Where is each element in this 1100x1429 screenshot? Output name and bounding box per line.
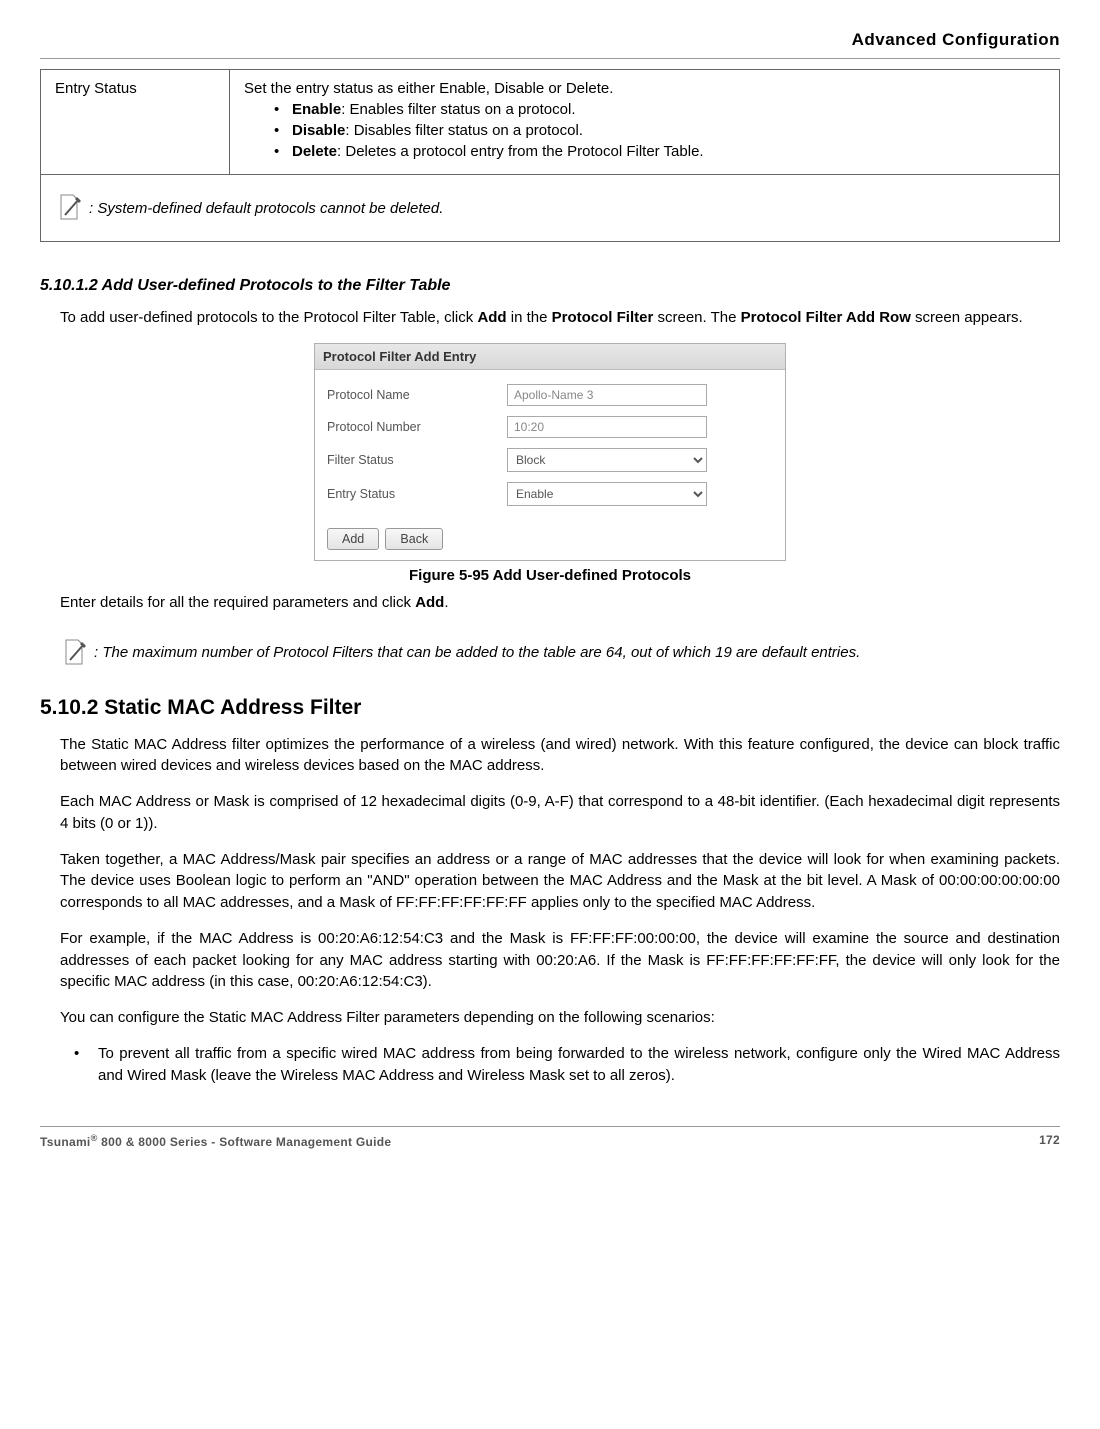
protocol-number-label: Protocol Number bbox=[327, 420, 507, 434]
note-text: : System-defined default protocols canno… bbox=[89, 200, 443, 217]
protocol-number-input[interactable] bbox=[507, 416, 707, 438]
note-icon bbox=[55, 193, 83, 223]
entry-status-form-label: Entry Status bbox=[327, 487, 507, 501]
bullet-enable: •Enable: Enables filter status on a prot… bbox=[274, 101, 1045, 118]
panel-title: Protocol Filter Add Entry bbox=[315, 344, 785, 370]
add-button[interactable]: Add bbox=[327, 528, 379, 550]
protocol-filter-add-entry-panel: Protocol Filter Add Entry Protocol Name … bbox=[314, 343, 786, 561]
figure-5-95: Protocol Filter Add Entry Protocol Name … bbox=[40, 343, 1060, 584]
bullet-disable: •Disable: Disables filter status on a pr… bbox=[274, 122, 1045, 139]
max-filters-note: : The maximum number of Protocol Filters… bbox=[60, 638, 1060, 668]
enter-details-text: Enter details for all the required param… bbox=[60, 592, 1060, 614]
page-footer: Tsunami® 800 & 8000 Series - Software Ma… bbox=[40, 1126, 1060, 1149]
mac-bullet-1: •To prevent all traffic from a specific … bbox=[98, 1043, 1060, 1087]
note-row: : System-defined default protocols canno… bbox=[41, 175, 1060, 242]
mac-p2: Each MAC Address or Mask is comprised of… bbox=[60, 791, 1060, 835]
protocol-name-input[interactable] bbox=[507, 384, 707, 406]
mac-p3: Taken together, a MAC Address/Mask pair … bbox=[60, 849, 1060, 914]
mac-p5: You can configure the Static MAC Address… bbox=[60, 1007, 1060, 1029]
mac-p1: The Static MAC Address filter optimizes … bbox=[60, 734, 1060, 778]
entry-status-label: Entry Status bbox=[41, 70, 230, 175]
entry-status-desc: Set the entry status as either Enable, D… bbox=[230, 70, 1060, 175]
footer-left: Tsunami® 800 & 8000 Series - Software Ma… bbox=[40, 1133, 391, 1149]
mac-p4: For example, if the MAC Address is 00:20… bbox=[60, 928, 1060, 993]
entry-status-select[interactable]: Enable bbox=[507, 482, 707, 506]
entry-status-intro: Set the entry status as either Enable, D… bbox=[244, 80, 1045, 97]
filter-status-label: Filter Status bbox=[327, 453, 507, 467]
entry-status-table: Entry Status Set the entry status as eit… bbox=[40, 69, 1060, 242]
filter-status-select[interactable]: Block bbox=[507, 448, 707, 472]
protocol-name-label: Protocol Name bbox=[327, 388, 507, 402]
note-icon bbox=[60, 638, 88, 668]
bullet-delete: •Delete: Deletes a protocol entry from t… bbox=[274, 143, 1045, 160]
page-header: Advanced Configuration bbox=[40, 30, 1060, 59]
section-5-10-1-2-heading: 5.10.1.2 Add User-defined Protocols to t… bbox=[40, 277, 1060, 295]
back-button[interactable]: Back bbox=[385, 528, 443, 550]
add-protocol-intro: To add user-defined protocols to the Pro… bbox=[60, 307, 1060, 329]
figure-caption: Figure 5-95 Add User-defined Protocols bbox=[40, 567, 1060, 584]
section-5-10-2-heading: 5.10.2 Static MAC Address Filter bbox=[40, 696, 1060, 720]
footer-page-number: 172 bbox=[1039, 1133, 1060, 1149]
max-filters-note-text: : The maximum number of Protocol Filters… bbox=[94, 644, 860, 661]
